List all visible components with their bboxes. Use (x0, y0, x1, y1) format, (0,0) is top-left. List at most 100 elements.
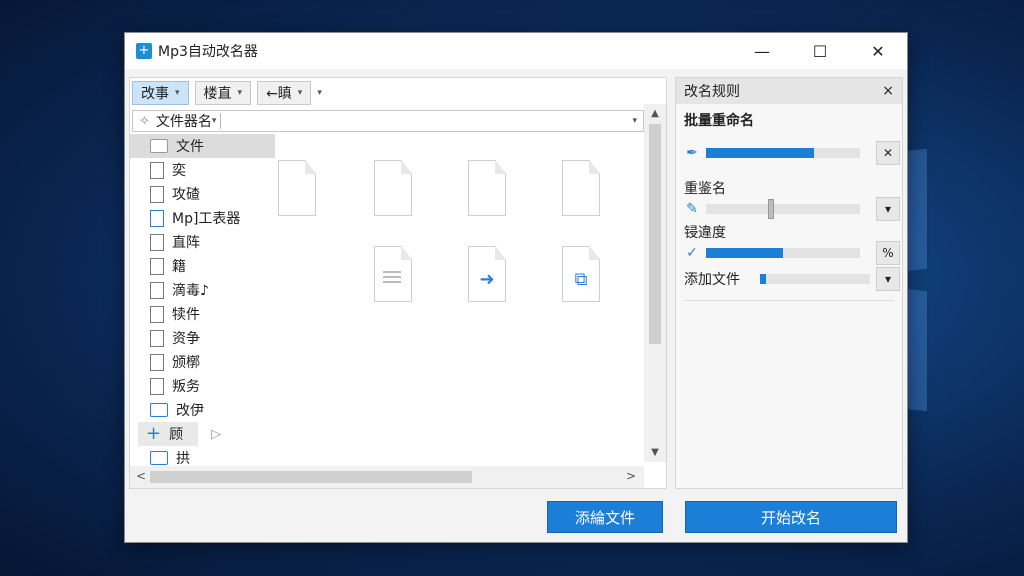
tree-item[interactable]: 奕 (130, 158, 275, 182)
address-label: 文件器名 (155, 114, 212, 130)
add-files-button[interactable]: 添綸文件 (547, 501, 663, 533)
slider[interactable] (706, 248, 860, 258)
play-icon[interactable]: ▷ (211, 427, 221, 442)
toolbar-button-3[interactable]: ←瞋 ▾ (257, 81, 312, 105)
tree-item[interactable]: Mp]工表器 (130, 206, 275, 230)
document-icon (150, 281, 164, 299)
rule-row: ✒ ✕ (684, 141, 900, 165)
check-icon: ✓ (686, 245, 698, 261)
divider (220, 113, 222, 129)
tree-item[interactable]: + 顾 ▷ (138, 422, 221, 446)
tree-item[interactable]: 直阵 (130, 230, 275, 254)
address-bar[interactable]: ✧ 文件器名 ▾ ▾ (132, 110, 644, 132)
file-icon[interactable] (562, 160, 600, 216)
panel-title: 改名规则 (684, 84, 740, 100)
tree-item[interactable]: 犊件 (130, 302, 275, 326)
tree-item[interactable]: 籍 (130, 254, 275, 278)
tree-item[interactable]: 资争 (130, 326, 275, 350)
percent-button[interactable]: % (876, 241, 900, 265)
document-icon (150, 185, 164, 203)
maximize-button[interactable]: ☐ (791, 33, 849, 69)
document-icon (150, 305, 164, 323)
tree-item-label: Mp]工表器 (172, 211, 241, 227)
tree-item-label: 奕 (172, 163, 186, 179)
tree-item-label: 颁槨 (172, 355, 200, 371)
panel-subtitle: 批量重命名 (684, 113, 754, 129)
document-icon (150, 257, 164, 275)
tree-item[interactable]: 改伊 (130, 398, 275, 422)
scroll-thumb[interactable] (649, 124, 661, 344)
rule-label: 锓違度 (684, 225, 726, 241)
scroll-left-icon[interactable]: < (136, 469, 146, 483)
tree-item-label: 拱 (176, 451, 190, 467)
tree-item-label: 直阵 (172, 235, 200, 251)
vertical-scrollbar[interactable]: ▲ ▼ (644, 104, 666, 462)
rules-panel: 改名规则 × 批量重命名 ✒ ✕ 重鉴名 ✎ ▾ 锓違度 ✓ % 添加文件 ▾ (675, 77, 903, 489)
title-bar[interactable]: + Mp3自动改名器 — ☐ ✕ (125, 33, 907, 69)
folder-icon (150, 451, 168, 465)
tree-item[interactable]: 攻碴 (130, 182, 275, 206)
tree-item-label: 犊件 (172, 307, 200, 323)
scroll-up-icon[interactable]: ▲ (644, 108, 666, 119)
chevron-down-icon: ▾ (297, 88, 303, 98)
toolbar-button-label: 改事 (141, 86, 169, 102)
slider-fill (706, 148, 814, 158)
app-window: + Mp3自动改名器 — ☐ ✕ 改事 ▾ 楼直 ▾ ←瞋 ▾ ▾ ✧ 文件器名… (124, 32, 908, 543)
wallpaper-light (905, 148, 927, 272)
scroll-right-icon[interactable]: > (626, 469, 636, 483)
start-rename-button[interactable]: 开始改名 (685, 501, 897, 533)
tree-item-label: 滴毒♪ (172, 283, 209, 299)
dropdown-button[interactable]: ▾ (876, 267, 900, 291)
folder-icon (150, 403, 168, 417)
plus-icon: + (146, 423, 162, 444)
dropdown-button[interactable]: ▾ (876, 197, 900, 221)
pencil-icon: ✎ (686, 201, 698, 217)
document-icon (150, 329, 164, 347)
divider (684, 300, 894, 301)
close-button[interactable]: ✕ (849, 33, 907, 69)
tree-item-label: 文件 (176, 139, 204, 155)
file-icon[interactable] (278, 160, 316, 216)
shortcut-file-icon[interactable]: ➜ (468, 246, 506, 302)
document-blue-icon (150, 209, 164, 227)
tree-item[interactable]: 文件 (130, 134, 275, 158)
clear-button[interactable]: ✕ (876, 141, 900, 165)
rule-row: 锓違度 ✓ % (684, 222, 900, 265)
rule-label: 添加文件 (684, 272, 740, 288)
text-file-icon[interactable] (374, 246, 412, 302)
slider[interactable] (706, 199, 860, 219)
tree-item[interactable]: 滴毒♪ (130, 278, 275, 302)
toolbar: 改事 ▾ 楼直 ▾ ←瞋 ▾ ▾ (132, 80, 322, 106)
rule-label: 重鉴名 (684, 181, 726, 197)
tree-item-label: 资争 (172, 331, 200, 347)
pen-icon: ✒ (686, 145, 698, 161)
rule-row: 重鉴名 ✎ ▾ (684, 178, 900, 221)
slider[interactable] (706, 148, 860, 158)
tree-item-label: 改伊 (176, 403, 204, 419)
chevron-down-icon[interactable]: ▾ (317, 88, 322, 98)
scroll-thumb[interactable] (150, 471, 472, 483)
slider[interactable] (760, 274, 870, 284)
document-icon (150, 233, 164, 251)
scroll-down-icon[interactable]: ▼ (644, 447, 666, 458)
tree-item[interactable]: 叛务 (130, 374, 275, 398)
toolbar-button-1[interactable]: 改事 ▾ (132, 81, 189, 105)
chevron-down-icon: ▾ (237, 88, 243, 98)
image-file-icon[interactable]: ⧉ (562, 246, 600, 302)
toolbar-button-label: ←瞋 (266, 86, 292, 102)
chevron-down-icon: ▾ (175, 88, 180, 98)
slider-thumb[interactable] (767, 199, 774, 219)
file-icon[interactable] (468, 160, 506, 216)
sparkle-icon: ✧ (139, 113, 150, 129)
horizontal-scrollbar[interactable]: < > (130, 466, 644, 488)
toolbar-button-2[interactable]: 楼直 ▾ (194, 81, 252, 105)
file-icon[interactable] (374, 160, 412, 216)
wallpaper-light (905, 288, 927, 412)
chevron-down-icon[interactable]: ▾ (632, 116, 637, 126)
minimize-button[interactable]: — (733, 33, 791, 69)
chevron-down-icon[interactable]: ▾ (212, 116, 217, 126)
close-icon[interactable]: × (882, 83, 894, 99)
folder-gray-icon (150, 139, 168, 153)
tree-item[interactable]: 颁槨 (130, 350, 275, 374)
panel-header: 改名规则 × (676, 78, 902, 104)
